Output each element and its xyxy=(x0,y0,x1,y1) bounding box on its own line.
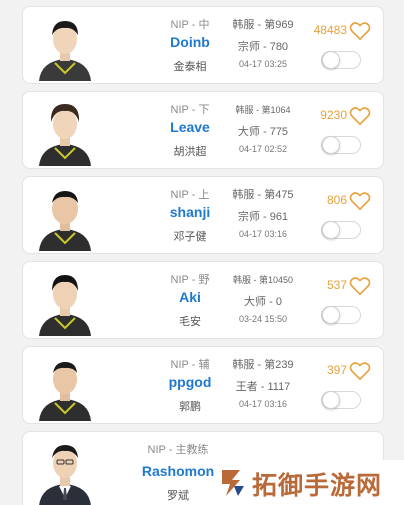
player-avatar xyxy=(33,181,97,251)
watermark-text: 拓御手游网 xyxy=(252,472,383,500)
like-count: 9230 xyxy=(320,108,347,122)
update-time: 03-24 15:50 xyxy=(238,314,288,324)
tier-points: 王者 - 1117 xyxy=(235,381,291,393)
tier-points: 大师 - 775 xyxy=(237,126,289,138)
player-avatar xyxy=(33,11,97,81)
heart-icon[interactable] xyxy=(349,191,371,211)
toggle-knob xyxy=(322,51,340,69)
toggle-knob xyxy=(322,136,340,154)
toggle-knob xyxy=(322,391,340,409)
player-avatar xyxy=(33,436,97,505)
heart-icon[interactable] xyxy=(349,361,371,381)
heart-icon[interactable] xyxy=(349,276,371,296)
like-count: 397 xyxy=(326,363,347,377)
toggle-knob xyxy=(322,306,340,324)
heart-icon[interactable] xyxy=(349,106,371,126)
tier-points: 大师 - 0 xyxy=(244,296,282,308)
watermark-logo-icon xyxy=(218,466,248,498)
player-card[interactable]: NIP - 下 Leave 胡洪超 韩服 - 第1064 大师 - 775 04… xyxy=(22,91,384,169)
follow-toggle[interactable] xyxy=(321,391,361,409)
like-count: 806 xyxy=(326,193,347,207)
player-avatar xyxy=(33,266,97,336)
like-count: 48483 xyxy=(313,23,347,37)
player-card[interactable]: NIP - 野 Aki 毛安 韩服 - 第10450 大师 - 0 03-24 … xyxy=(22,261,384,339)
server-rank: 韩服 - 第969 xyxy=(232,19,294,31)
server-rank: 韩服 - 第475 xyxy=(232,189,294,201)
player-card[interactable]: NIP - 中 Doinb 金泰相 韩服 - 第969 宗师 - 780 04-… xyxy=(22,6,384,84)
player-list: NIP - 中 Doinb 金泰相 韩服 - 第969 宗师 - 780 04-… xyxy=(0,0,404,505)
player-avatar xyxy=(33,96,97,166)
update-time: 04-17 03:25 xyxy=(238,59,288,69)
site-watermark: 拓御手游网 xyxy=(216,460,404,505)
heart-icon[interactable] xyxy=(349,21,371,41)
tier-points: 宗师 - 780 xyxy=(237,41,289,53)
player-avatar xyxy=(33,351,97,421)
follow-toggle[interactable] xyxy=(321,51,361,69)
like-count: 537 xyxy=(326,278,347,292)
update-time: 04-17 03:16 xyxy=(238,399,288,409)
tier-points: 宗师 - 961 xyxy=(237,211,289,223)
server-rank: 韩服 - 第10450 xyxy=(232,275,294,285)
toggle-knob xyxy=(322,221,340,239)
update-time: 04-17 02:52 xyxy=(238,144,288,154)
follow-toggle[interactable] xyxy=(321,221,361,239)
server-rank: 韩服 - 第1064 xyxy=(235,105,291,115)
player-card[interactable]: NIP - 上 shanji 邓子健 韩服 - 第475 宗师 - 961 04… xyxy=(22,176,384,254)
player-card[interactable]: NIP - 辅 ppgod 郭鹏 韩服 - 第239 王者 - 1117 04-… xyxy=(22,346,384,424)
follow-toggle[interactable] xyxy=(321,136,361,154)
server-rank: 韩服 - 第239 xyxy=(232,359,294,371)
update-time: 04-17 03:16 xyxy=(238,229,288,239)
team-role-label: NIP - 主教练 xyxy=(147,444,209,456)
follow-toggle[interactable] xyxy=(321,306,361,324)
